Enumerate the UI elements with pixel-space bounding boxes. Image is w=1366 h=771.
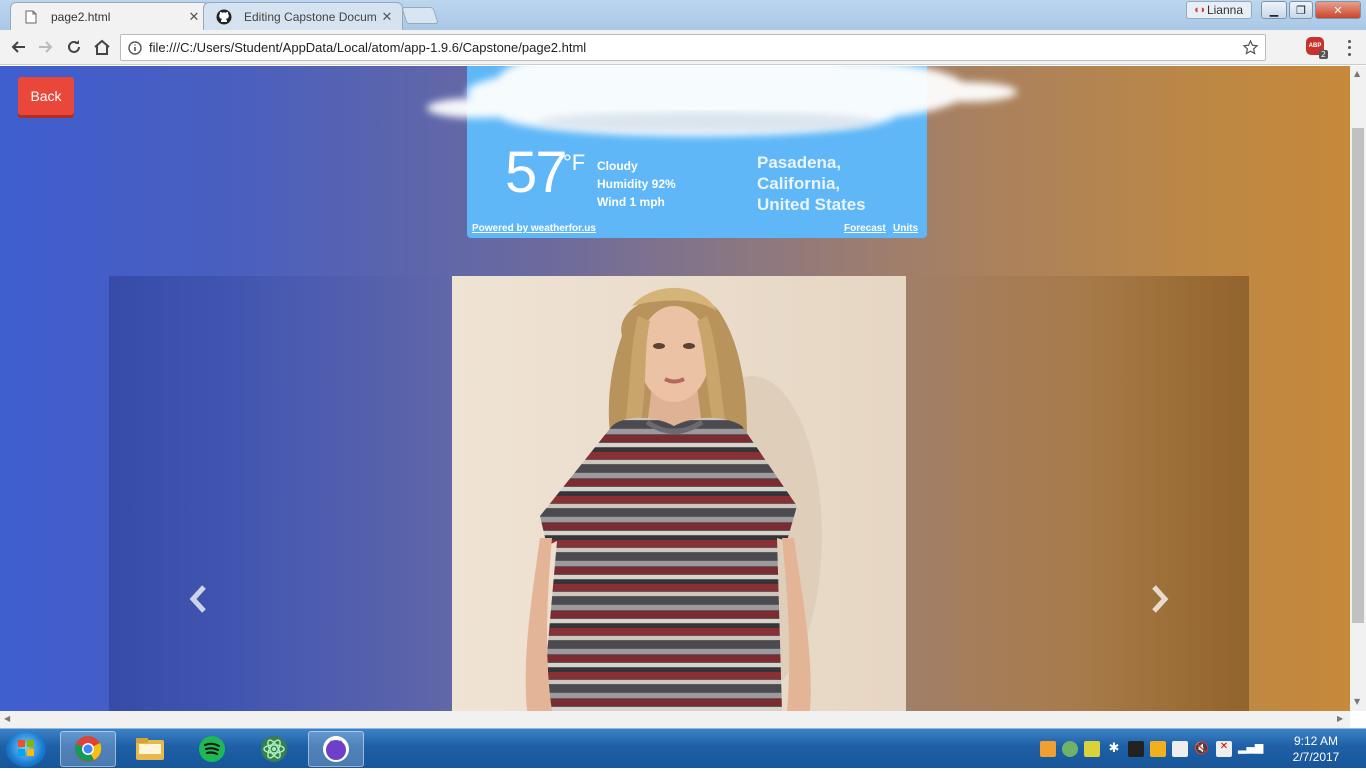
taskbar-github-desktop[interactable] — [308, 731, 364, 767]
horizontal-scrollbar[interactable]: ◀ ▶ — [0, 711, 1350, 728]
carousel-slide-image — [452, 276, 906, 711]
address-bar[interactable]: file:///C:/Users/Student/AppData/Local/a… — [120, 34, 1266, 61]
powered-by-link[interactable]: Powered by weatherfor.us — [472, 223, 596, 234]
scroll-down-icon[interactable]: ▼ — [1354, 697, 1360, 706]
arrow-right-icon — [39, 41, 53, 53]
weather-conditions: Cloudy Humidity 92% Wind 1 mph — [597, 157, 676, 211]
file-explorer-icon — [136, 738, 164, 760]
clock-date: 2/7/2017 — [1292, 750, 1340, 764]
info-icon[interactable] — [121, 40, 149, 55]
model-photo — [452, 276, 906, 711]
github-desktop-icon — [323, 736, 349, 762]
location-line2: United States — [757, 195, 866, 214]
spotify-icon — [199, 736, 225, 762]
tray-security-icon[interactable] — [1084, 741, 1100, 757]
maximize-button[interactable]: ❐ — [1289, 1, 1313, 19]
forward-nav-button[interactable] — [34, 35, 58, 59]
tab-page2[interactable]: page2.html ✕ — [10, 2, 210, 30]
wind-text: Wind 1 mph — [597, 195, 665, 209]
tray-app-icon[interactable] — [1040, 741, 1056, 757]
weather-widget: 57 °F Cloudy Humidity 92% Wind 1 mph Pas… — [427, 66, 1017, 238]
tab-label: Editing Capstone Docum — [244, 9, 377, 24]
atom-icon — [261, 736, 287, 762]
profile-icon: ◖◗ — [1193, 4, 1207, 16]
windows-taskbar: ✱ 🔇 ✕ ▂▄▆ 9:12 AM 2/7/2017 — [0, 728, 1366, 768]
forecast-link[interactable]: Forecast — [844, 223, 886, 234]
tray-device-icon[interactable] — [1172, 741, 1188, 757]
window-close-button[interactable]: ✕ — [1315, 1, 1361, 19]
home-button[interactable] — [90, 35, 114, 59]
browser-toolbar: file:///C:/Users/Student/AppData/Local/a… — [0, 30, 1366, 65]
carousel-next-button[interactable] — [1145, 584, 1175, 614]
minimize-button[interactable]: ▁ — [1261, 1, 1287, 19]
scroll-right-icon[interactable]: ▶ — [1337, 714, 1343, 723]
home-icon — [94, 39, 110, 55]
scroll-left-icon[interactable]: ◀ — [4, 714, 10, 723]
carousel-prev-button[interactable] — [183, 584, 213, 614]
browser-menu-icon[interactable] — [1344, 38, 1354, 58]
file-icon — [23, 9, 39, 25]
start-button[interactable] — [6, 731, 46, 767]
system-tray: ✱ 🔇 ✕ ▂▄▆ — [1040, 741, 1263, 757]
chevron-right-icon — [1152, 585, 1169, 613]
carousel-left-control[interactable] — [109, 276, 452, 711]
tray-network-icon[interactable] — [1062, 741, 1078, 757]
reload-button[interactable] — [62, 35, 86, 59]
close-icon[interactable]: ✕ — [187, 9, 201, 25]
github-icon — [216, 9, 232, 25]
tray-display-icon[interactable] — [1128, 741, 1144, 757]
action-center-icon[interactable]: ✕ — [1216, 741, 1232, 757]
tab-label: page2.html — [51, 9, 111, 24]
cloud-icon — [427, 66, 1017, 136]
url-text: file:///C:/Users/Student/AppData/Local/a… — [149, 40, 587, 55]
windows-logo-icon — [18, 740, 34, 756]
adblock-count: 2 — [1318, 50, 1328, 59]
taskbar-atom[interactable] — [246, 731, 302, 767]
chevron-left-icon — [189, 585, 206, 613]
tab-editing-capstone[interactable]: Editing Capstone Docum ✕ — [203, 2, 403, 30]
clock-time: 9:12 AM — [1293, 734, 1339, 748]
new-tab-button[interactable] — [401, 7, 439, 24]
taskbar-spotify[interactable] — [184, 731, 240, 767]
bluetooth-icon[interactable]: ✱ — [1106, 741, 1122, 757]
signal-icon[interactable]: ▂▄▆ — [1238, 741, 1263, 757]
location-line1: Pasadena, California, — [757, 153, 842, 193]
units-link[interactable]: Units — [893, 223, 918, 234]
taskbar-file-explorer[interactable] — [122, 731, 178, 767]
profile-name: Lianna — [1206, 3, 1243, 17]
back-nav-button[interactable] — [6, 35, 30, 59]
close-icon[interactable]: ✕ — [380, 9, 394, 25]
back-button[interactable]: Back — [18, 77, 74, 115]
weather-location: Pasadena, California, United States — [757, 152, 927, 215]
bookmark-star-icon[interactable] — [1235, 40, 1265, 55]
condition-text: Cloudy — [597, 159, 638, 173]
volume-muted-icon[interactable]: 🔇 — [1194, 741, 1210, 757]
image-carousel — [109, 276, 1249, 711]
temperature-unit: °F — [563, 150, 586, 175]
tray-notification-icon[interactable] — [1150, 741, 1166, 757]
temperature: 57 — [505, 140, 567, 205]
taskbar-chrome[interactable] — [60, 731, 116, 767]
carousel-right-control[interactable] — [906, 276, 1249, 711]
profile-button[interactable]: ◖◗ Lianna — [1186, 1, 1252, 19]
page-viewport: Back 57 °F Cloudy Humidity 92% Wind 1 mp… — [0, 66, 1350, 711]
adblock-extension-button[interactable]: ABP 2 — [1306, 37, 1328, 59]
humidity-text: Humidity 92% — [597, 177, 676, 191]
scrollbar-thumb[interactable] — [1352, 128, 1364, 623]
arrow-left-icon — [11, 41, 25, 53]
vertical-scrollbar[interactable]: ▲ ▼ — [1350, 66, 1366, 711]
scroll-up-icon[interactable]: ▲ — [1354, 69, 1360, 78]
reload-icon — [68, 40, 80, 53]
browser-titlebar: page2.html ✕ Editing Capstone Docum ✕ ◖◗… — [0, 0, 1366, 30]
chrome-icon — [75, 736, 102, 762]
taskbar-clock[interactable]: 9:12 AM 2/7/2017 — [1286, 733, 1346, 765]
